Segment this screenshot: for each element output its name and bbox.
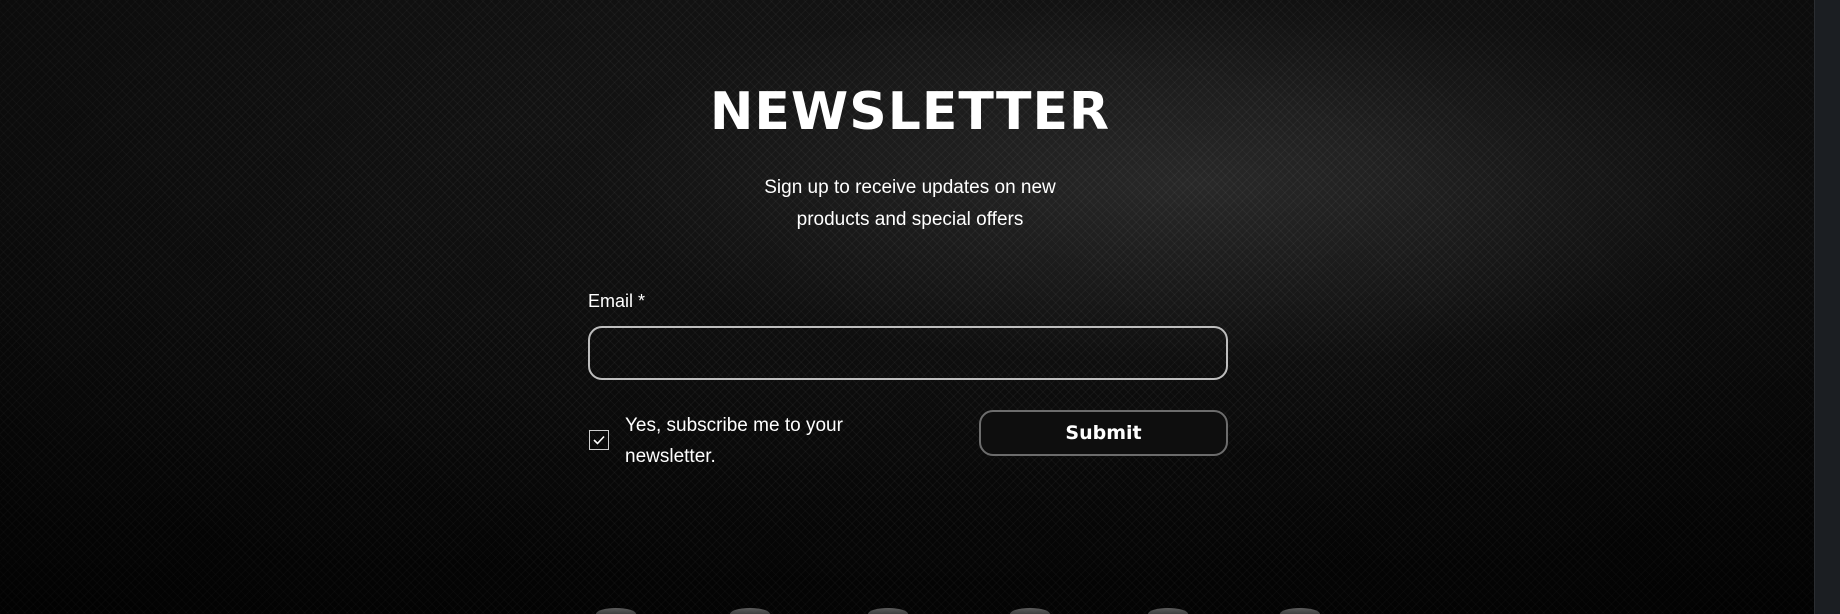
email-label: Email * — [588, 291, 646, 311]
product-tip-image — [1148, 608, 1188, 614]
checkmark-icon — [593, 435, 605, 445]
subscribe-checkbox-label[interactable]: Yes, subscribe me to your newsletter. — [625, 410, 895, 472]
subtitle-line-1: Sign up to receive updates on new — [764, 177, 1056, 198]
scrollbar-track[interactable] — [1814, 0, 1840, 614]
newsletter-page: NEWSLETTER Sign up to receive updates on… — [0, 0, 1840, 614]
product-tip-image — [1010, 608, 1050, 614]
subscribe-checkbox[interactable] — [589, 430, 609, 450]
submit-button[interactable]: Submit — [979, 410, 1228, 456]
product-tip-image — [1280, 608, 1320, 614]
newsletter-title: NEWSLETTER — [709, 82, 1111, 142]
newsletter-subtitle: Sign up to receive updates on new produc… — [0, 172, 1820, 236]
newsletter-section: NEWSLETTER Sign up to receive updates on… — [0, 0, 1814, 614]
product-tip-image — [730, 608, 770, 614]
bottom-product-tips — [0, 604, 1814, 614]
subtitle-line-2: products and special offers — [796, 209, 1024, 230]
product-tip-image — [596, 608, 636, 614]
email-field[interactable] — [588, 326, 1228, 380]
product-tip-image — [868, 608, 908, 614]
